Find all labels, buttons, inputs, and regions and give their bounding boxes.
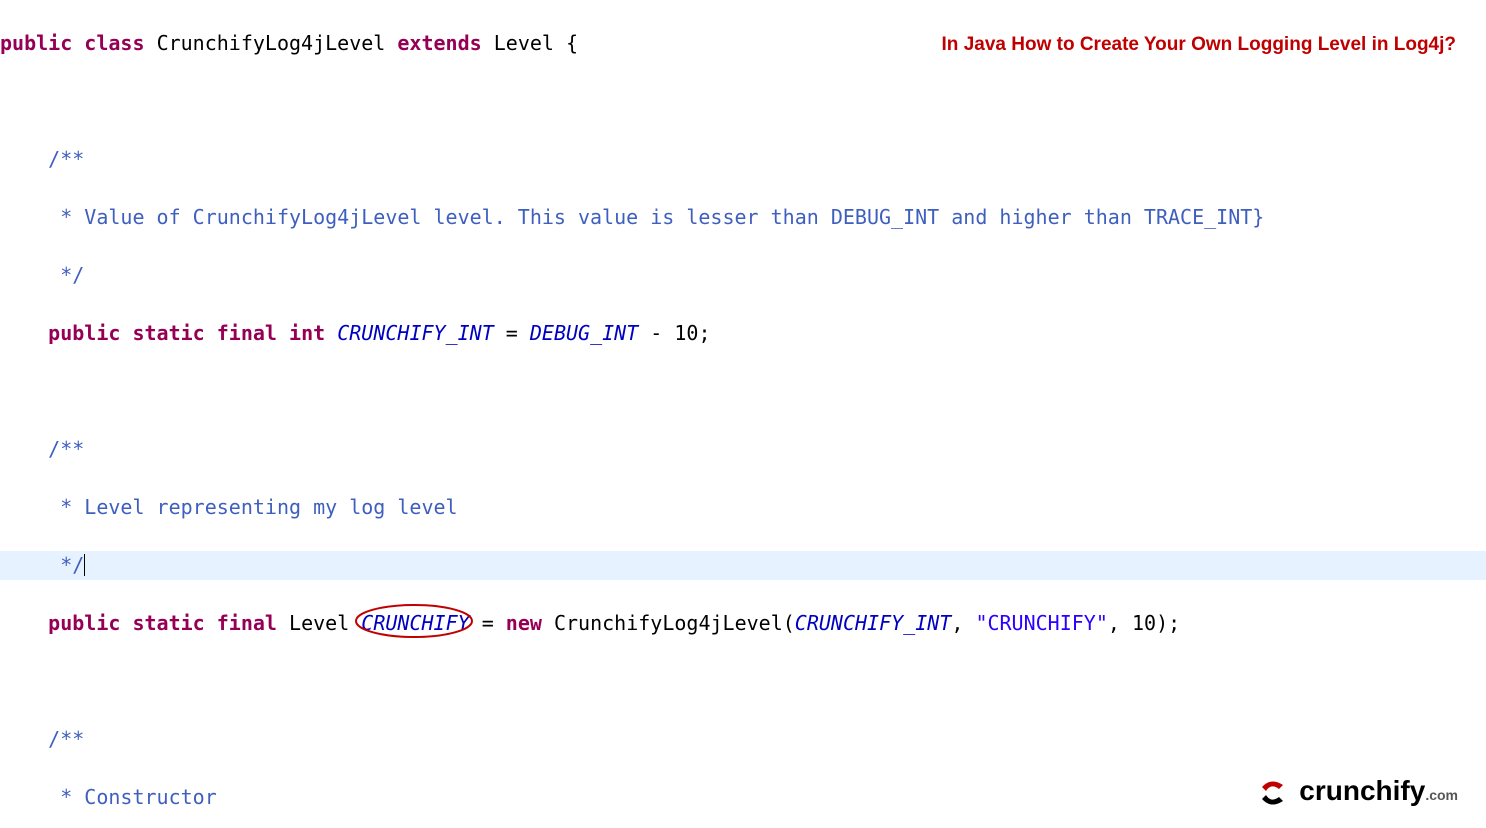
- parent-class: Level: [494, 31, 554, 55]
- keyword-class: class: [84, 31, 144, 55]
- logo-tld: .com: [1425, 787, 1458, 803]
- code-line: public static final int CRUNCHIFY_INT = …: [0, 319, 1486, 348]
- brand-logo: crunchify.com: [1259, 776, 1458, 810]
- highlighted-line: */: [0, 551, 1486, 580]
- class-name: CrunchifyLog4jLevel: [157, 31, 386, 55]
- circled-identifier: CRUNCHIFY: [361, 609, 469, 638]
- constant-name: CRUNCHIFY_INT: [337, 321, 494, 345]
- crunchify-logo-icon: [1259, 779, 1293, 807]
- logo-text: crunchify: [1299, 775, 1425, 806]
- code-editor[interactable]: public class CrunchifyLog4jLevel extends…: [0, 0, 1486, 828]
- javadoc: */: [48, 263, 84, 287]
- constant-ref: DEBUG_INT: [530, 321, 638, 345]
- code-line: public static final Level CRUNCHIFY = ne…: [0, 609, 1486, 638]
- javadoc: /**: [48, 727, 84, 751]
- keyword-extends: extends: [397, 31, 481, 55]
- javadoc: /**: [48, 147, 84, 171]
- code-line: public class CrunchifyLog4jLevel extends…: [0, 29, 1486, 58]
- javadoc: /**: [48, 437, 84, 461]
- javadoc: * Level representing my log level: [48, 495, 457, 519]
- javadoc: * Value of CrunchifyLog4jLevel level. Th…: [48, 205, 1264, 229]
- keyword-public: public: [0, 31, 72, 55]
- javadoc: * Constructor: [48, 785, 217, 809]
- text-cursor: [84, 554, 85, 576]
